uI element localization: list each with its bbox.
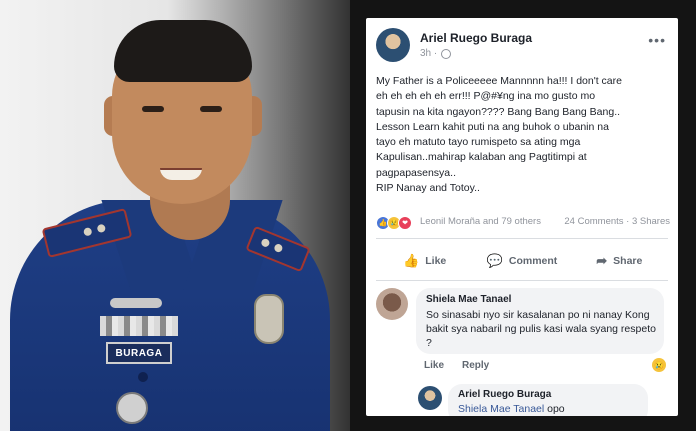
post-line: tayo eh matuto tayo rumispeto sa ating m… <box>376 136 581 149</box>
share-button[interactable]: ➦ Share <box>571 248 668 274</box>
reply-author[interactable]: Ariel Ruego Buraga <box>458 389 551 400</box>
post-meta: 3h · <box>420 48 452 59</box>
sad-reaction-icon[interactable]: 😢 <box>652 358 666 372</box>
post-body: My Father is a Policeeeee Mannnnn ha!!! … <box>376 74 668 196</box>
post-line: eh eh eh eh eh err!!! P@#¥ng ina mo gust… <box>376 90 596 103</box>
globe-icon <box>441 48 452 59</box>
comment-actions: Like Reply <box>424 360 489 371</box>
comment-bubble: Shiela Mae Tanael So sinasabi nyo sir ka… <box>416 288 664 354</box>
nameplate: BURAGA <box>106 342 172 364</box>
divider <box>376 280 668 281</box>
like-label: Like <box>425 255 447 267</box>
rank-star-icon <box>273 242 284 254</box>
officer-photo: BURAGA <box>0 0 372 431</box>
post-line: Kapulisan..mahirap kalaban ang Pagtitimp… <box>376 151 587 164</box>
post-header: Ariel Ruego Buraga 3h · ••• <box>376 28 668 64</box>
pocket-button <box>138 372 148 382</box>
police-badge-icon <box>254 294 284 344</box>
comment-like-link[interactable]: Like <box>424 360 444 371</box>
mention-link[interactable]: Shiela Mae Tanael <box>458 403 544 415</box>
author-avatar[interactable] <box>376 28 410 62</box>
facebook-post-card: Ariel Ruego Buraga 3h · ••• My Father is… <box>366 18 678 416</box>
post-line: pagpapasensya.. <box>376 166 456 179</box>
comment-reply-link[interactable]: Reply <box>462 360 489 371</box>
share-label: Share <box>613 255 643 267</box>
smile <box>160 168 202 180</box>
rank-star-icon <box>96 223 107 234</box>
reply-bubble: Ariel Ruego Buraga Shiela Mae Tanael opo <box>448 384 648 416</box>
like-button[interactable]: 👍 Like <box>376 248 473 274</box>
eye-right <box>200 106 222 112</box>
reply-avatar[interactable] <box>418 386 442 410</box>
post-time[interactable]: 3h · <box>420 48 437 59</box>
comment-label: Comment <box>508 255 558 267</box>
love-reaction-icon: ❤ <box>398 216 412 230</box>
medal-icon <box>116 392 148 424</box>
wings-pin-icon <box>110 298 162 308</box>
post-actions: 👍 Like 💬 Comment ➦ Share <box>376 248 668 274</box>
ribbon-bar <box>100 316 178 336</box>
share-arrow-icon: ➦ <box>596 253 608 268</box>
commenter-avatar[interactable] <box>376 288 408 320</box>
reply-text: Shiela Mae Tanael opo <box>458 403 565 415</box>
comment-share-counts[interactable]: 24 Comments · 3 Shares <box>564 216 670 227</box>
hair <box>114 20 252 82</box>
post-line: tapusin na kita ngayon???? Bang Bang Ban… <box>376 105 621 118</box>
speech-bubble-icon: 💬 <box>486 253 503 268</box>
reaction-icons[interactable]: 👍 😢 ❤ <box>376 216 412 230</box>
post-line: RIP Nanay and Totoy.. <box>376 182 480 195</box>
thumbs-up-icon: 👍 <box>403 253 420 268</box>
comment-button[interactable]: 💬 Comment <box>473 248 570 274</box>
post-line: My Father is a Policeeeee Mannnnn ha!!! … <box>376 75 622 87</box>
rank-star-icon <box>82 226 93 237</box>
post-stats: 👍 😢 ❤ Leonil Moraña and 79 others 24 Com… <box>376 215 670 231</box>
commenter-name[interactable]: Shiela Mae Tanael <box>426 294 511 305</box>
comment-text: So sinasabi nyo sir kasalanan po ni nana… <box>426 309 656 349</box>
author-name[interactable]: Ariel Ruego Buraga <box>420 31 532 45</box>
eye-left <box>142 106 164 112</box>
rank-star-icon <box>260 237 271 249</box>
reaction-names[interactable]: Leonil Moraña and 79 others <box>420 216 541 227</box>
reply-body: opo <box>544 403 565 415</box>
divider <box>376 238 668 239</box>
ellipsis-icon[interactable]: ••• <box>648 32 666 48</box>
post-line: Lesson Learn kahit puti na ang buhok o u… <box>376 120 609 133</box>
